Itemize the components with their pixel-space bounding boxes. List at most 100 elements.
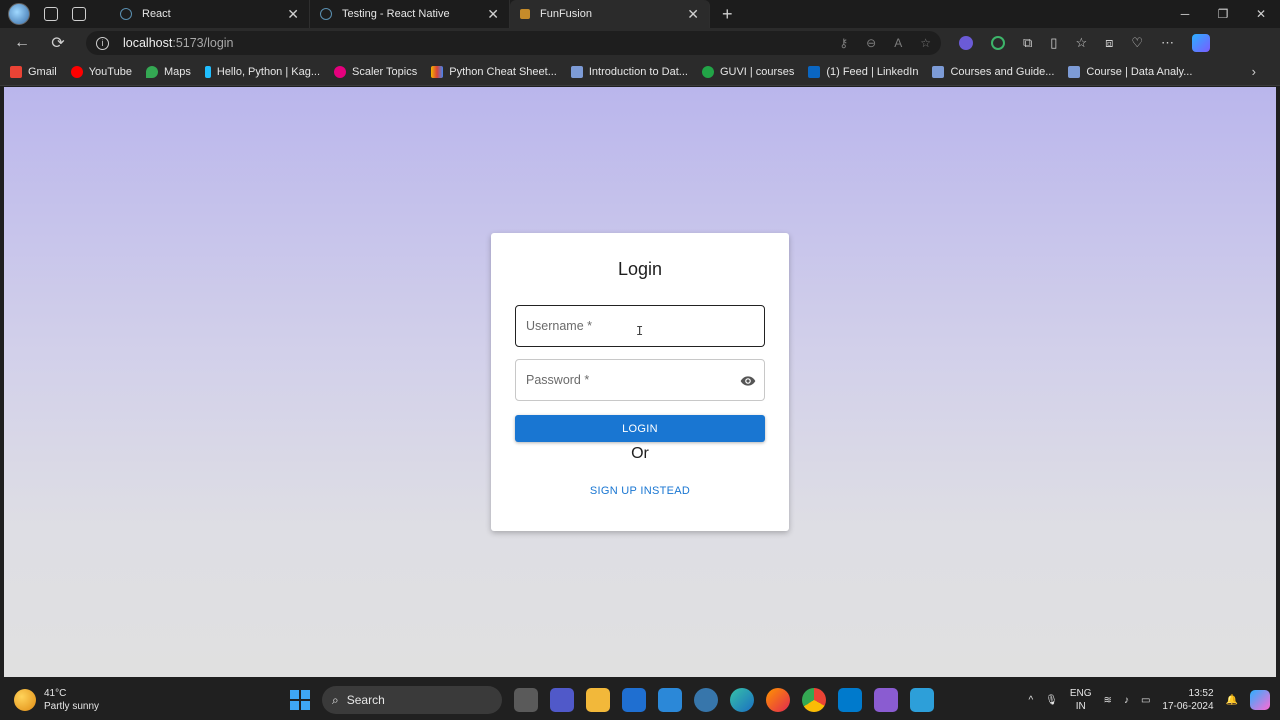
notification-bell-icon[interactable]: 🔔 <box>1226 695 1238 706</box>
extensions-puzzle-icon[interactable]: ⧉ <box>1023 35 1032 51</box>
close-window-icon[interactable]: ✕ <box>1242 0 1280 28</box>
page-viewport: Login I LOGIN Or SIGN UP INSTEAD <box>4 87 1276 677</box>
profile-avatar[interactable] <box>8 3 30 25</box>
python-icon[interactable] <box>694 688 718 712</box>
bookmark-data-analytics[interactable]: Course | Data Analy... <box>1068 65 1192 78</box>
tab-funfusion[interactable]: FunFusion ✕ <box>510 0 710 28</box>
refresh-icon[interactable]: ⟳ <box>40 33 76 53</box>
copilot-icon[interactable] <box>1250 690 1270 710</box>
signup-link[interactable]: SIGN UP INSTEAD <box>491 485 789 497</box>
remote-desktop-icon[interactable] <box>910 688 934 712</box>
kaggle-icon <box>204 65 211 78</box>
eye-icon[interactable] <box>740 373 756 389</box>
taskbar-search[interactable]: ⌕ Search <box>322 686 502 714</box>
store-icon[interactable] <box>622 688 646 712</box>
favorites-icon[interactable]: ☆ <box>1075 35 1087 51</box>
url-text: localhost:5173/login <box>123 36 234 50</box>
key-icon[interactable]: ⚷ <box>839 36 848 50</box>
edge-icon[interactable] <box>730 688 754 712</box>
tab-testing-react-native[interactable]: Testing - React Native ✕ <box>310 0 510 28</box>
bookmark-maps[interactable]: Maps <box>145 65 191 78</box>
gmail-icon <box>10 65 22 78</box>
youtube-icon <box>70 65 83 78</box>
course-icon <box>570 65 583 78</box>
login-button[interactable]: LOGIN <box>515 415 765 442</box>
bookmark-kaggle[interactable]: Hello, Python | Kag... <box>204 65 320 78</box>
password-field[interactable] <box>515 359 765 401</box>
course-icon <box>1068 65 1081 78</box>
text-cursor-icon: I <box>636 324 644 338</box>
vscode-icon[interactable] <box>838 688 862 712</box>
volume-icon[interactable]: ♪ <box>1124 695 1129 706</box>
password-input[interactable] <box>516 360 764 400</box>
bookmark-intro-data[interactable]: Introduction to Dat... <box>570 65 688 78</box>
funfusion-icon <box>520 9 530 19</box>
window-controls: ─ ❐ ✕ <box>1166 0 1280 28</box>
extension-icon[interactable] <box>991 36 1005 50</box>
windows-taskbar: 41°C Partly sunny ⌕ Search ^ 🎙 ENG IN ≋ … <box>0 680 1280 720</box>
react-icon <box>320 8 332 20</box>
chrome-icon[interactable] <box>802 688 826 712</box>
back-icon[interactable]: ← <box>4 34 40 52</box>
close-icon[interactable]: ✕ <box>287 6 299 23</box>
new-tab-icon[interactable]: + <box>722 4 733 25</box>
workspaces-icon[interactable] <box>44 7 58 21</box>
or-divider-text: Or <box>631 445 649 462</box>
bookmark-gmail[interactable]: Gmail <box>10 65 57 78</box>
tab-title: FunFusion <box>540 8 592 20</box>
firefox-icon[interactable] <box>766 688 790 712</box>
collections-icon[interactable]: ⧈ <box>1105 35 1113 51</box>
task-view-icon[interactable] <box>514 688 538 712</box>
maps-icon <box>145 65 158 78</box>
bookmark-python-cheatsheet[interactable]: Python Cheat Sheet... <box>431 65 557 78</box>
bookmark-scaler[interactable]: Scaler Topics <box>334 65 417 78</box>
bookmark-courses-guides[interactable]: Courses and Guide... <box>932 65 1054 78</box>
close-icon[interactable]: ✕ <box>687 6 699 23</box>
browser-essentials-icon[interactable]: ♡ <box>1131 35 1143 51</box>
copilot-icon[interactable] <box>1192 34 1211 52</box>
course-icon <box>932 65 945 78</box>
bookmark-guvi[interactable]: GUVI | courses <box>701 65 794 78</box>
zoom-icon[interactable]: ⊖ <box>866 36 876 50</box>
tab-title: Testing - React Native <box>342 8 450 20</box>
favorite-star-icon[interactable]: ☆ <box>920 36 931 50</box>
react-icon <box>120 8 132 20</box>
language-indicator[interactable]: ENG IN <box>1070 687 1092 713</box>
scaler-icon <box>334 65 347 78</box>
weather-sun-icon <box>14 689 36 711</box>
close-icon[interactable]: ✕ <box>487 6 499 23</box>
linkedin-icon <box>808 65 821 78</box>
bookmark-linkedin[interactable]: (1) Feed | LinkedIn <box>808 65 918 78</box>
browser-navbar: ← ⟳ i localhost:5173/login ⚷ ⊖ A ☆ ⧉ ▯ ☆… <box>0 28 1280 58</box>
tab-title: React <box>142 8 171 20</box>
chevron-right-icon[interactable]: › <box>1252 64 1256 79</box>
clock[interactable]: 13:52 17-06-2024 <box>1162 687 1213 713</box>
read-aloud-icon[interactable]: A <box>894 36 902 50</box>
tab-react[interactable]: React ✕ <box>110 0 310 28</box>
battery-icon[interactable]: ▭ <box>1141 695 1150 706</box>
guvi-icon <box>701 65 714 78</box>
microphone-icon[interactable]: 🎙 <box>1045 695 1058 706</box>
file-explorer-icon[interactable] <box>586 688 610 712</box>
site-info-icon[interactable]: i <box>96 36 109 50</box>
search-icon: ⌕ <box>332 692 339 707</box>
teams-icon[interactable] <box>550 688 574 712</box>
taskbar-apps: ⌕ Search <box>290 680 934 720</box>
extension-icon[interactable] <box>959 36 973 50</box>
bookmark-youtube[interactable]: YouTube <box>70 65 132 78</box>
wifi-icon[interactable]: ≋ <box>1104 695 1112 706</box>
start-windows-icon[interactable] <box>290 690 310 710</box>
login-title: Login <box>617 259 663 279</box>
split-screen-icon[interactable]: ▯ <box>1050 35 1057 51</box>
weather-widget[interactable]: 41°C Partly sunny <box>0 687 250 713</box>
maximize-icon[interactable]: ❐ <box>1204 0 1242 28</box>
minimize-icon[interactable]: ─ <box>1166 0 1204 28</box>
more-menu-icon[interactable]: ⋯ <box>1161 35 1174 51</box>
tab-actions-icon[interactable] <box>72 7 86 21</box>
address-bar[interactable]: i localhost:5173/login ⚷ ⊖ A ☆ <box>86 31 941 55</box>
username-field[interactable]: I <box>515 305 765 347</box>
omnibox-actions: ⚷ ⊖ A ☆ <box>839 36 931 50</box>
chevron-up-icon[interactable]: ^ <box>1028 695 1033 706</box>
clipchamp-icon[interactable] <box>874 688 898 712</box>
mysql-icon[interactable] <box>658 688 682 712</box>
